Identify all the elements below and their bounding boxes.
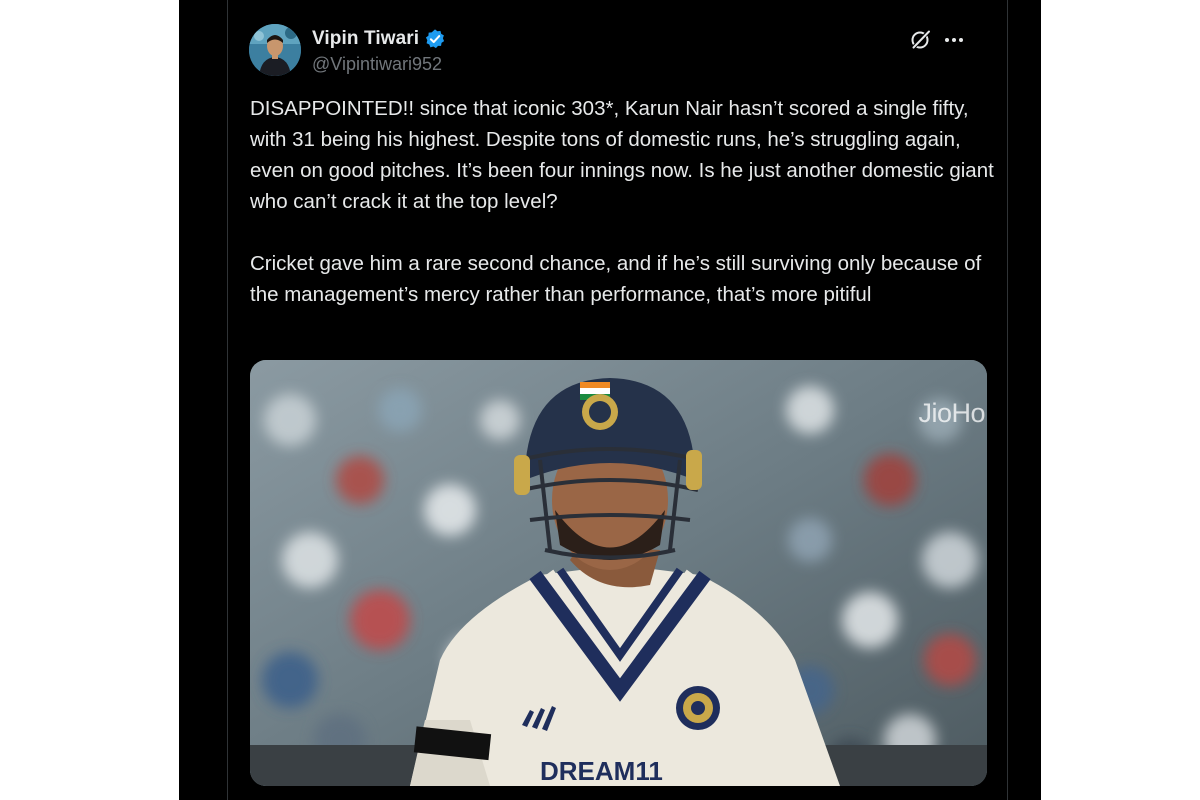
more-options-icon[interactable] [941, 28, 967, 52]
tweet-header: Vipin Tiwari @Vipintiwari952 [249, 22, 989, 78]
jersey-sponsor-text: DREAM11 [540, 756, 663, 786]
display-name[interactable]: Vipin Tiwari [312, 28, 419, 50]
screenshot-page: Vipin Tiwari @Vipintiwari952 DISAPPOINTE… [0, 0, 1200, 800]
verified-badge-icon[interactable] [424, 28, 446, 50]
author-names: Vipin Tiwari @Vipintiwari952 [312, 26, 446, 75]
avatar-image [249, 24, 301, 76]
avatar[interactable] [249, 24, 301, 76]
display-name-row: Vipin Tiwari [312, 26, 446, 52]
tweet-paragraph-1: DISAPPOINTED!! since that iconic 303*, K… [250, 97, 994, 213]
author-handle[interactable]: @Vipintiwari952 [312, 54, 446, 75]
tweet-media-image[interactable]: DREAM11 JioHo [250, 360, 987, 786]
tweet-paragraph-2: Cricket gave him a rare second chance, a… [250, 252, 982, 306]
grok-icon[interactable] [909, 28, 933, 52]
tweet-text: DISAPPOINTED!! since that iconic 303*, K… [250, 93, 1000, 310]
cricketer-photo: DREAM11 [250, 360, 987, 786]
broadcast-watermark: JioHo [918, 398, 985, 428]
tweet-panel: Vipin Tiwari @Vipintiwari952 DISAPPOINTE… [179, 0, 1041, 800]
